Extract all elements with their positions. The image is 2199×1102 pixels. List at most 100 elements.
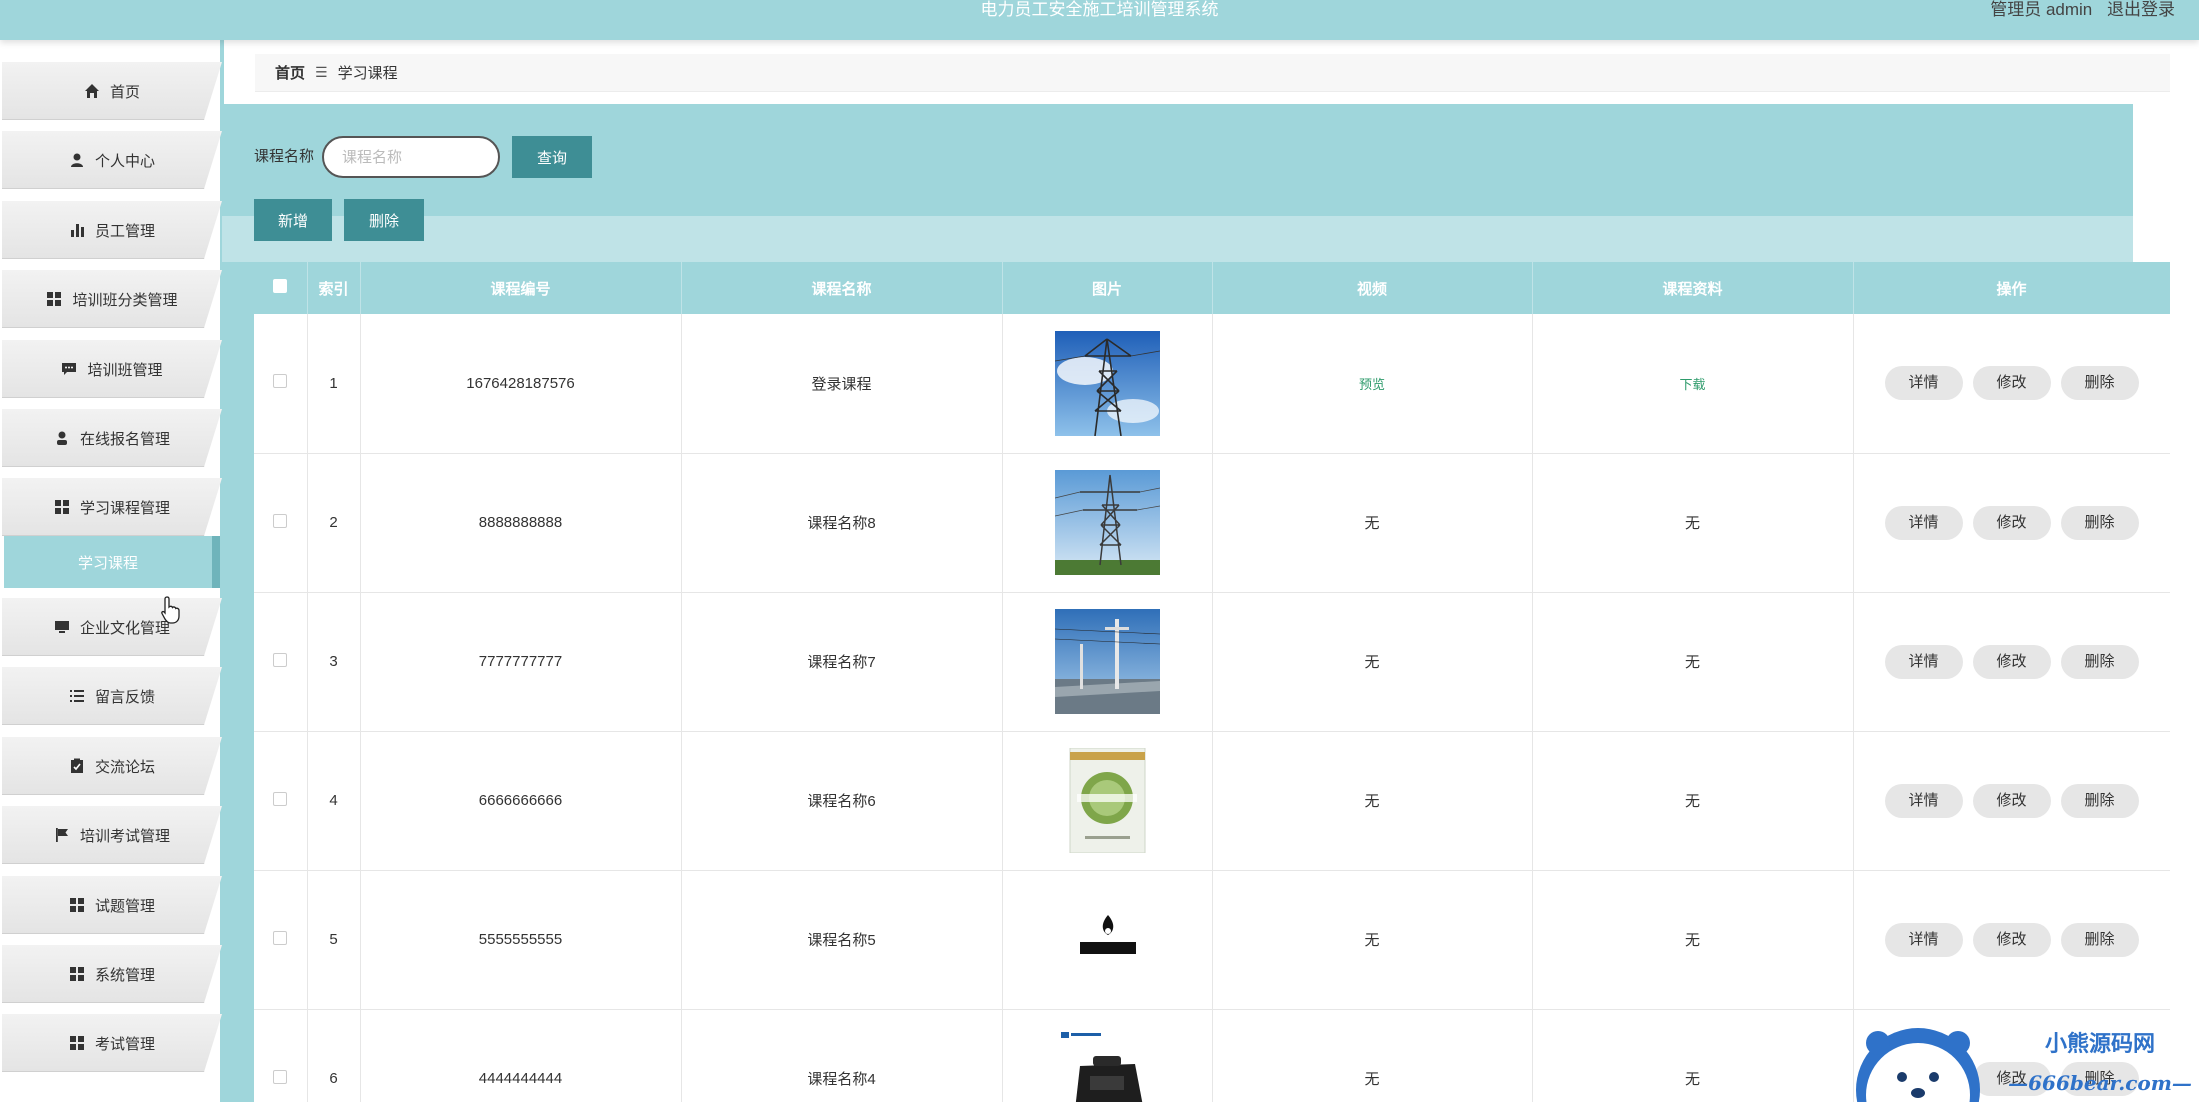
edit-button[interactable]: 修改	[1972, 922, 2051, 957]
grid-icon	[54, 499, 70, 515]
row-checkbox[interactable]	[273, 1069, 288, 1084]
breadcrumb-separator-icon: ☰	[315, 64, 328, 80]
delete-button[interactable]: 删除	[2060, 1061, 2139, 1096]
header-code: 课程编号	[360, 262, 682, 314]
cell-video: 无	[1212, 592, 1533, 732]
cell-index: 4	[307, 731, 361, 871]
material-download-link[interactable]: 下载	[1679, 377, 1705, 392]
sidebar-item-label: 培训班分类管理	[72, 291, 178, 309]
sidebar-item-forum[interactable]: 交流论坛	[2, 737, 222, 795]
query-button[interactable]: 查询	[512, 136, 592, 178]
cell-video: 无	[1212, 870, 1533, 1010]
cell-video: 无	[1212, 731, 1533, 871]
course-image[interactable]	[1054, 1026, 1160, 1102]
grid-icon	[69, 966, 85, 982]
cell-name: 课程名称4	[681, 1009, 1003, 1102]
sidebar-item-culture[interactable]: 企业文化管理	[2, 598, 222, 656]
sidebar-item-registration[interactable]: 在线报名管理	[2, 409, 222, 467]
sidebar-item-class[interactable]: 培训班管理	[2, 340, 222, 398]
sidebar-item-label: 企业文化管理	[79, 619, 170, 637]
table-row: 2 8888888888 课程名称8 无 无 详情 修改 删除	[254, 453, 2170, 593]
sidebar-item-feedback[interactable]: 留言反馈	[2, 667, 222, 725]
comment-icon	[61, 361, 77, 377]
sidebar-item-profile[interactable]: 个人中心	[2, 131, 222, 189]
cell-name: 登录课程	[681, 314, 1003, 454]
cell-index: 2	[307, 453, 361, 593]
sidebar-item-label: 员工管理	[94, 222, 155, 240]
delete-button[interactable]: 删除	[2060, 366, 2139, 401]
delete-button[interactable]: 删除	[2060, 922, 2139, 957]
course-image[interactable]	[1054, 887, 1160, 992]
delete-button[interactable]: 删除	[2060, 644, 2139, 679]
edit-button[interactable]: 修改	[1972, 366, 2051, 401]
detail-button[interactable]: 详情	[1884, 644, 1963, 679]
sidebar-item-exam-management[interactable]: 考试管理	[2, 1014, 222, 1072]
batch-delete-button[interactable]: 删除	[344, 199, 424, 241]
header-material: 课程资料	[1532, 262, 1854, 314]
video-preview-link[interactable]: 预览	[1359, 377, 1385, 392]
course-image[interactable]	[1054, 748, 1160, 853]
detail-button[interactable]: 详情	[1884, 783, 1963, 818]
home-icon	[84, 83, 100, 99]
course-image[interactable]	[1054, 609, 1160, 714]
table-row: 3 7777777777 课程名称7 无 无 详情 修改 删除	[254, 592, 2170, 732]
row-checkbox[interactable]	[273, 652, 288, 667]
sidebar-item-label: 首页	[109, 83, 140, 101]
cell-code: 5555555555	[360, 870, 682, 1010]
course-image[interactable]	[1054, 470, 1160, 575]
detail-button[interactable]: 详情	[1884, 505, 1963, 540]
sidebar-item-label: 在线报名管理	[79, 430, 170, 448]
cell-name: 课程名称7	[681, 592, 1003, 732]
row-checkbox[interactable]	[273, 791, 288, 806]
sidebar-item-course-management[interactable]: 学习课程管理	[2, 478, 222, 536]
cell-code: 4444444444	[360, 1009, 682, 1102]
sidebar-item-employees[interactable]: 员工管理	[2, 201, 222, 259]
cell-material: 无	[1532, 1009, 1854, 1102]
breadcrumb-current: 学习课程	[337, 65, 398, 82]
cell-name: 课程名称8	[681, 453, 1003, 593]
sidebar-item-class-category[interactable]: 培训班分类管理	[2, 270, 222, 328]
search-input[interactable]	[322, 136, 500, 178]
sidebar-item-home[interactable]: 首页	[2, 62, 222, 120]
sidebar-item-questions[interactable]: 试题管理	[2, 876, 222, 934]
edit-button[interactable]: 修改	[1972, 1061, 2051, 1096]
breadcrumb: 首页 ☰ 学习课程	[255, 54, 2170, 92]
cell-name: 课程名称5	[681, 870, 1003, 1010]
sidebar-item-label: 系统管理	[94, 966, 155, 984]
detail-button[interactable]: 详情	[1884, 366, 1963, 401]
table-row: 1 1676428187576 登录课程 预览 下载 详情 修改 删除	[254, 314, 2170, 454]
course-table: 索引 课程编号 课程名称 图片 视频 课程资料 操作 1 16764281875…	[254, 262, 2170, 1102]
row-checkbox[interactable]	[273, 513, 288, 528]
detail-button[interactable]: 详情	[1884, 1061, 1963, 1096]
course-image[interactable]	[1054, 330, 1160, 436]
cell-material: 无	[1532, 592, 1854, 732]
cell-code: 6666666666	[360, 731, 682, 871]
edit-button[interactable]: 修改	[1972, 783, 2051, 818]
breadcrumb-home[interactable]: 首页	[275, 62, 305, 83]
sidebar-subitem-course[interactable]: 学习课程	[4, 536, 220, 588]
select-all-checkbox[interactable]	[273, 279, 288, 293]
header-image: 图片	[1002, 262, 1213, 314]
sidebar-item-label: 培训班管理	[87, 361, 163, 379]
user-label: 管理员 admin	[1990, 0, 2093, 19]
sidebar-item-system[interactable]: 系统管理	[2, 945, 222, 1003]
edit-button[interactable]: 修改	[1972, 644, 2051, 679]
sidebar-item-label: 学习课程管理	[79, 499, 170, 517]
table-row: 6 4444444444 课程名称4 无 无 详情 修改 删除	[254, 1009, 2170, 1102]
add-button[interactable]: 新增	[254, 199, 332, 241]
delete-button[interactable]: 删除	[2060, 505, 2139, 540]
sidebar-item-exam[interactable]: 培训考试管理	[2, 806, 222, 864]
list-icon	[69, 688, 85, 704]
cell-material: 无	[1532, 870, 1854, 1010]
delete-button[interactable]: 删除	[2060, 783, 2139, 818]
row-checkbox[interactable]	[273, 374, 288, 389]
cell-material: 无	[1532, 731, 1854, 871]
sidebar-item-label: 试题管理	[94, 897, 155, 915]
grid-icon	[46, 291, 62, 307]
cell-video: 无	[1212, 1009, 1533, 1102]
edit-button[interactable]: 修改	[1972, 505, 2051, 540]
bar-chart-icon	[69, 222, 85, 238]
detail-button[interactable]: 详情	[1884, 922, 1963, 957]
logout-link[interactable]: 退出登录	[2107, 0, 2175, 19]
row-checkbox[interactable]	[273, 930, 288, 945]
